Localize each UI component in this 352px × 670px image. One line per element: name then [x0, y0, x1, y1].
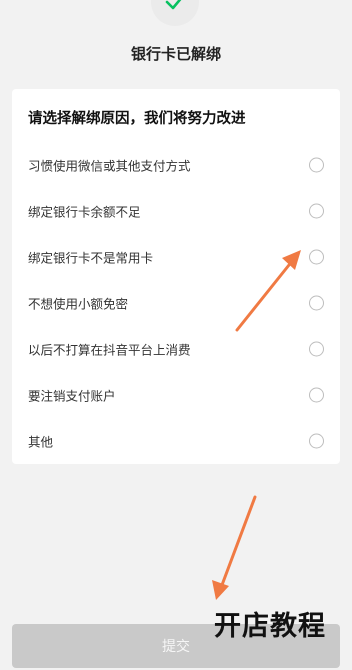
- watermark-text: 开店教程: [214, 611, 326, 642]
- arrow-icon: [235, 250, 301, 332]
- annotation-arrows: [212, 250, 301, 600]
- arrow-icon: [212, 495, 257, 600]
